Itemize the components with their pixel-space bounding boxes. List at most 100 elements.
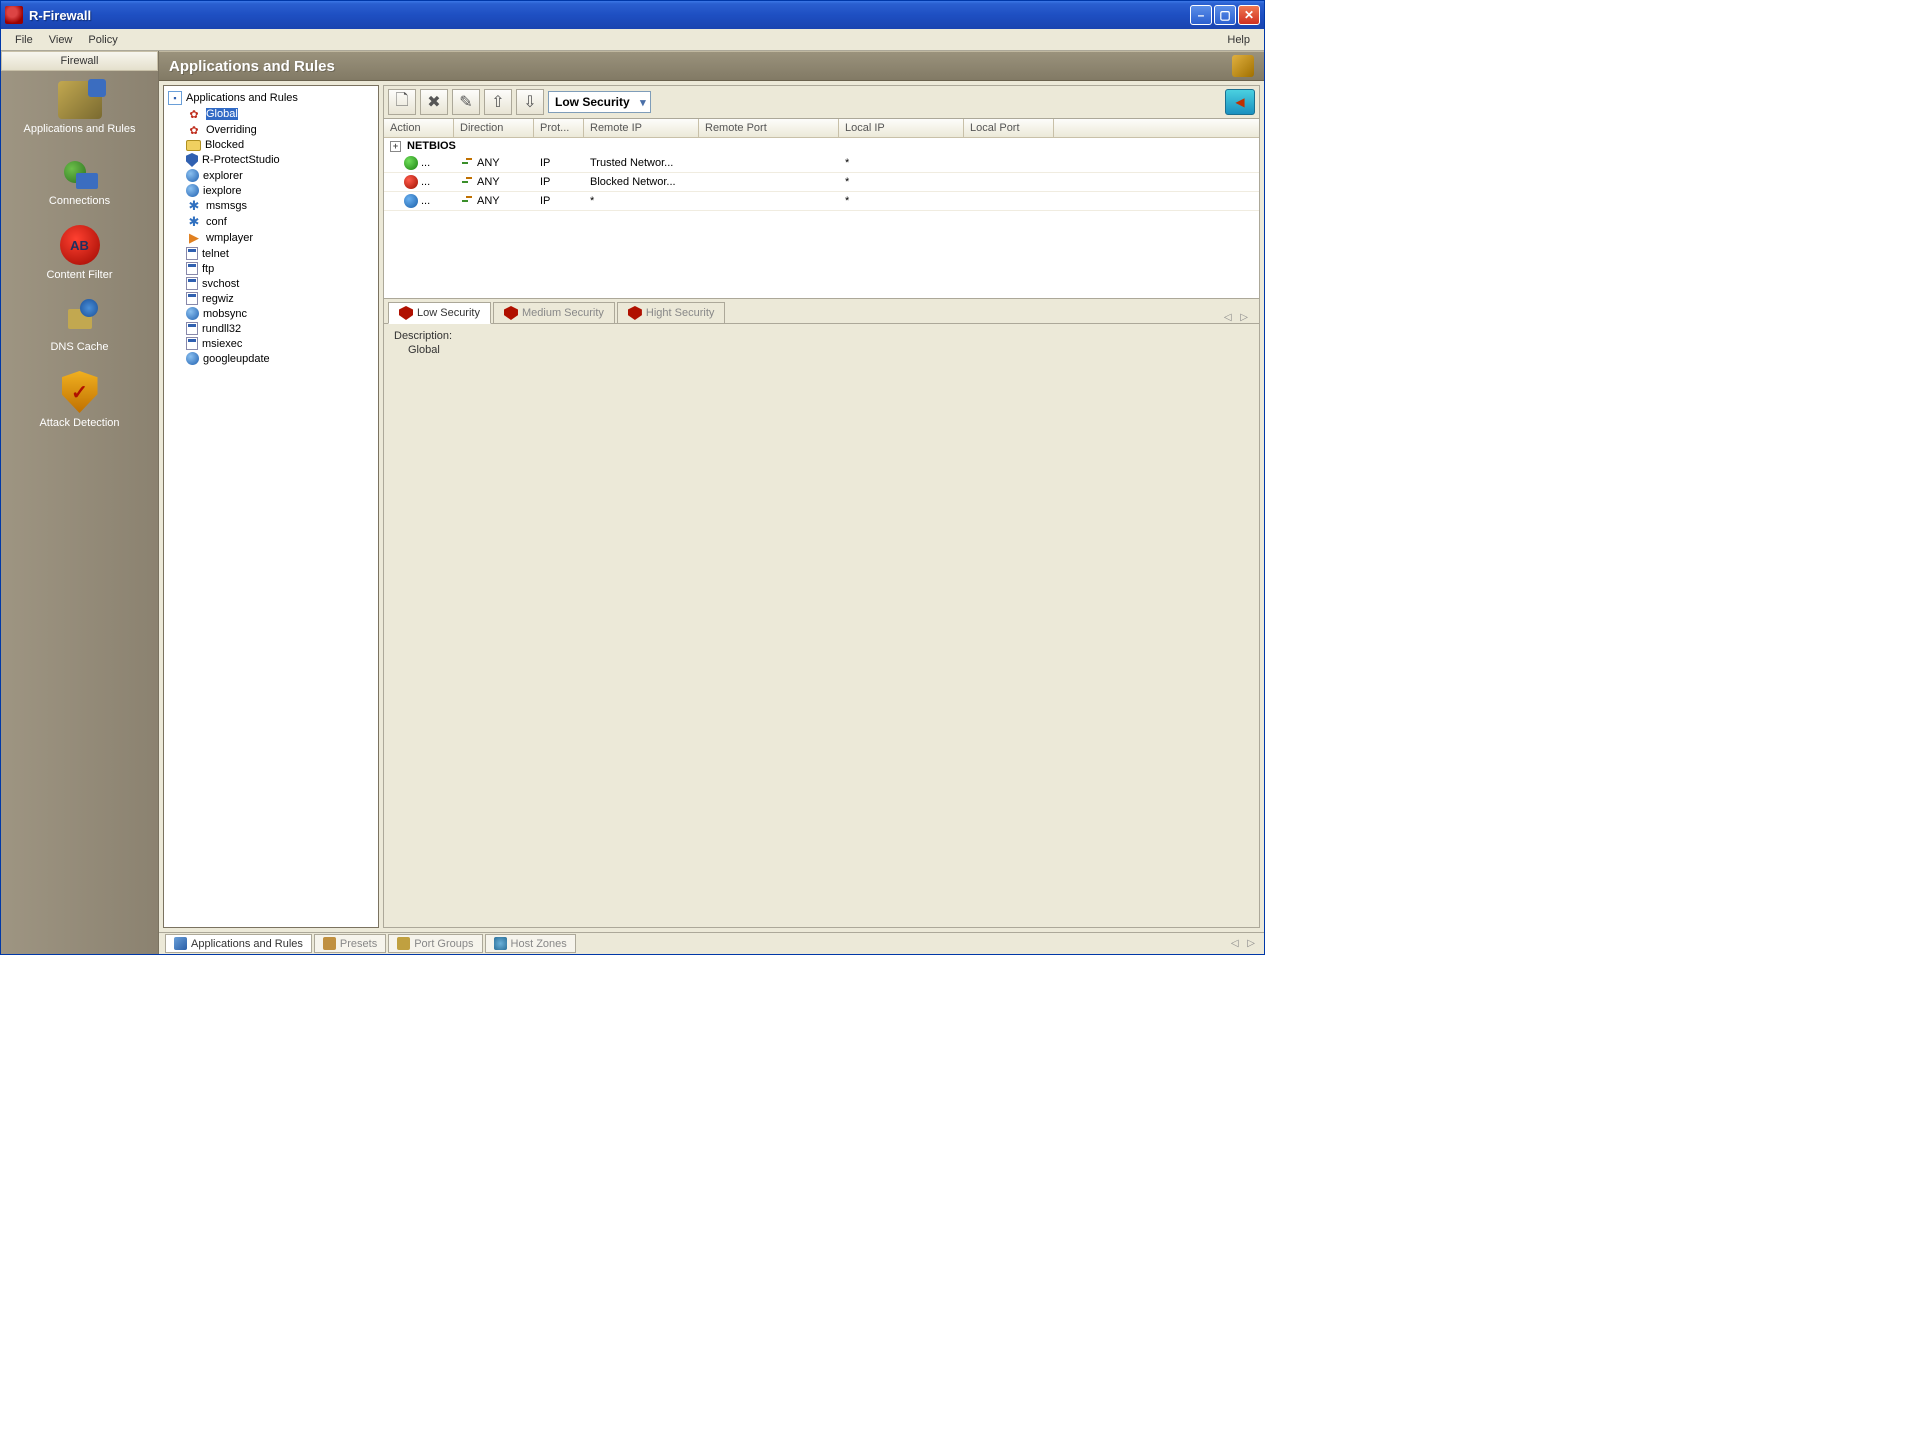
rule-row[interactable]: ...ANYIPTrusted Networ...* <box>384 154 1259 173</box>
bottom-tab-presets[interactable]: Presets <box>314 934 386 953</box>
col-direction[interactable]: Direction <box>454 119 534 137</box>
tree-item-svchost[interactable]: svchost <box>184 276 376 291</box>
bottom-tab-applications-and-rules[interactable]: Applications and Rules <box>165 934 312 953</box>
sidebar-item-label: DNS Cache <box>5 341 154 353</box>
tree-item-blocked[interactable]: Blocked <box>184 138 376 152</box>
globe-icon <box>186 352 199 365</box>
group-label: NETBIOS <box>407 140 456 152</box>
tree-item-iexplore[interactable]: iexplore <box>184 183 376 198</box>
edit-rule-button[interactable]: ✖ <box>420 89 448 115</box>
tree-item-label: mobsync <box>203 308 247 320</box>
tree-item-global[interactable]: ✿Global <box>184 106 376 122</box>
grid-header: Action Direction Prot... Remote IP Remot… <box>384 119 1259 138</box>
sidebar-item-label: Applications and Rules <box>5 123 154 135</box>
expand-icon[interactable]: + <box>390 141 401 152</box>
col-action[interactable]: Action <box>384 119 454 137</box>
panel-header-icon <box>1232 55 1254 77</box>
tree-item-msmsgs[interactable]: ✱msmsgs <box>184 198 376 214</box>
shield-icon <box>399 306 413 320</box>
description-panel: Description: Global <box>383 323 1260 928</box>
direction-any-icon <box>460 175 474 189</box>
minimize-button[interactable]: – <box>1190 5 1212 25</box>
gear-icon: ✿ <box>186 123 202 137</box>
grid-group-row[interactable]: + NETBIOS <box>384 138 1259 154</box>
col-remote-ip[interactable]: Remote IP <box>584 119 699 137</box>
shield-icon <box>504 306 518 320</box>
security-tab-2[interactable]: Hight Security <box>617 302 725 323</box>
move-up-button[interactable]: ⇧ <box>484 89 512 115</box>
tree-item-r-protectstudio[interactable]: R-ProtectStudio <box>184 152 376 168</box>
security-level-value: Low Security <box>555 95 630 109</box>
security-level-select[interactable]: Low Security <box>548 91 651 113</box>
tree-item-label: rundll32 <box>202 323 241 335</box>
sidebar-item-attack-detection[interactable]: Attack Detection <box>1 361 158 437</box>
sidebar-item-connections[interactable]: Connections <box>1 143 158 215</box>
col-protocol[interactable]: Prot... <box>534 119 584 137</box>
rule-row[interactable]: ...ANYIP** <box>384 192 1259 211</box>
connections-icon <box>58 153 102 191</box>
action-ask-icon <box>404 194 418 208</box>
maximize-button[interactable]: ▢ <box>1214 5 1236 25</box>
tab-icon <box>323 937 336 950</box>
sidebar-item-content-filter[interactable]: AB Content Filter <box>1 215 158 289</box>
tree-item-label: regwiz <box>202 293 234 305</box>
tree-root[interactable]: ▪ Applications and Rules <box>166 90 376 106</box>
tree-item-regwiz[interactable]: regwiz <box>184 291 376 306</box>
action-allow-icon <box>404 156 418 170</box>
col-local-ip[interactable]: Local IP <box>839 119 964 137</box>
shield-icon <box>628 306 642 320</box>
tree-item-wmplayer[interactable]: ▶wmplayer <box>184 230 376 246</box>
bottom-tab-host-zones[interactable]: Host Zones <box>485 934 576 953</box>
tree-item-msiexec[interactable]: msiexec <box>184 336 376 351</box>
bottom-tab-port-groups[interactable]: Port Groups <box>388 934 482 953</box>
menu-policy[interactable]: Policy <box>80 32 125 48</box>
security-tab-0[interactable]: Low Security <box>388 302 491 324</box>
window-controls: – ▢ ✕ <box>1190 5 1260 25</box>
sidebar: Firewall Applications and Rules Connecti… <box>1 51 159 954</box>
tree-item-label: explorer <box>203 170 243 182</box>
right-panel: 🗋 ✖ ✎ ⇧ ⇩ Low Security ◀ Action <box>383 85 1260 928</box>
menu-help[interactable]: Help <box>1219 32 1258 48</box>
globe-icon <box>186 184 199 197</box>
menu-view[interactable]: View <box>41 32 81 48</box>
tree-root-label: Applications and Rules <box>186 92 298 104</box>
tab-icon <box>174 937 187 950</box>
tree-item-mobsync[interactable]: mobsync <box>184 306 376 321</box>
play-icon: ▶ <box>186 231 202 245</box>
tree-item-conf[interactable]: ✱conf <box>184 214 376 230</box>
rule-row[interactable]: ...ANYIPBlocked Networ...* <box>384 173 1259 192</box>
tree-item-rundll32[interactable]: rundll32 <box>184 321 376 336</box>
tree-item-overriding[interactable]: ✿Overriding <box>184 122 376 138</box>
exe-icon <box>186 262 198 275</box>
tree-item-explorer[interactable]: explorer <box>184 168 376 183</box>
bottom-tabs-nav[interactable]: ◁ ▷ <box>1231 938 1258 949</box>
security-tab-1[interactable]: Medium Security <box>493 302 615 323</box>
delete-rule-button[interactable]: ✎ <box>452 89 480 115</box>
tree-item-ftp[interactable]: ftp <box>184 261 376 276</box>
col-local-port[interactable]: Local Port <box>964 119 1054 137</box>
close-button[interactable]: ✕ <box>1238 5 1260 25</box>
wizard-button[interactable]: ◀ <box>1225 89 1255 115</box>
sidebar-item-label: Content Filter <box>5 269 154 281</box>
new-rule-button[interactable]: 🗋 <box>388 89 416 115</box>
main-area: Applications and Rules ▪ Applications an… <box>159 51 1264 954</box>
menu-file[interactable]: File <box>7 32 41 48</box>
tree-item-googleupdate[interactable]: googleupdate <box>184 351 376 366</box>
tab-icon <box>397 937 410 950</box>
tree-item-telnet[interactable]: telnet <box>184 246 376 261</box>
sidebar-item-dns-cache[interactable]: DNS Cache <box>1 289 158 361</box>
sidebar-item-label: Attack Detection <box>5 417 154 429</box>
titlebar[interactable]: R-Firewall – ▢ ✕ <box>1 1 1264 29</box>
col-remote-port[interactable]: Remote Port <box>699 119 839 137</box>
tree-item-label: ftp <box>202 263 214 275</box>
bottom-tabs: Applications and RulesPresetsPort Groups… <box>159 932 1264 954</box>
rules-grid[interactable]: Action Direction Prot... Remote IP Remot… <box>383 119 1260 299</box>
tree-children: ✿Global✿OverridingBlockedR-ProtectStudio… <box>184 106 376 366</box>
sidebar-item-apps-rules[interactable]: Applications and Rules <box>1 71 158 143</box>
tree-item-label: googleupdate <box>203 353 270 365</box>
move-down-button[interactable]: ⇩ <box>516 89 544 115</box>
security-tabs-nav[interactable]: ◁ ▷ <box>1224 312 1255 323</box>
body: Firewall Applications and Rules Connecti… <box>1 51 1264 954</box>
sidebar-item-label: Connections <box>5 195 154 207</box>
tree-panel[interactable]: ▪ Applications and Rules ✿Global✿Overrid… <box>163 85 379 928</box>
